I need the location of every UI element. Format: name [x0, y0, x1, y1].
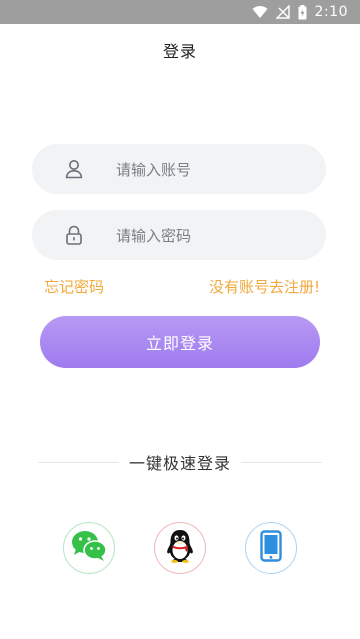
register-link[interactable]: 没有账号去注册! [209, 276, 320, 297]
login-button[interactable]: 立即登录 [40, 316, 320, 368]
password-field[interactable] [32, 210, 326, 262]
divider-line-right [241, 461, 323, 463]
qq-icon [165, 528, 195, 568]
user-icon [62, 157, 86, 181]
battery-charging-icon [298, 4, 307, 20]
password-input[interactable] [114, 210, 318, 262]
status-bar: 2:10 [0, 0, 360, 24]
wifi-icon [252, 5, 268, 19]
phone-icon [260, 530, 282, 566]
lock-icon [62, 223, 86, 247]
quick-login-divider: 一键极速登录 [38, 450, 323, 474]
quick-login-title: 一键极速登录 [129, 454, 232, 473]
qq-login-button[interactable] [154, 522, 206, 574]
no-signal-icon [275, 5, 290, 19]
forgot-password-link[interactable]: 忘记密码 [44, 276, 104, 297]
divider-line-left [38, 461, 119, 463]
status-time: 2:10 [314, 4, 348, 20]
account-input[interactable] [114, 144, 318, 196]
account-field[interactable] [32, 144, 326, 196]
phone-login-button[interactable] [245, 522, 297, 574]
page-title: 登录 [162, 42, 197, 61]
wechat-login-button[interactable] [63, 522, 115, 574]
wechat-icon [70, 529, 108, 567]
